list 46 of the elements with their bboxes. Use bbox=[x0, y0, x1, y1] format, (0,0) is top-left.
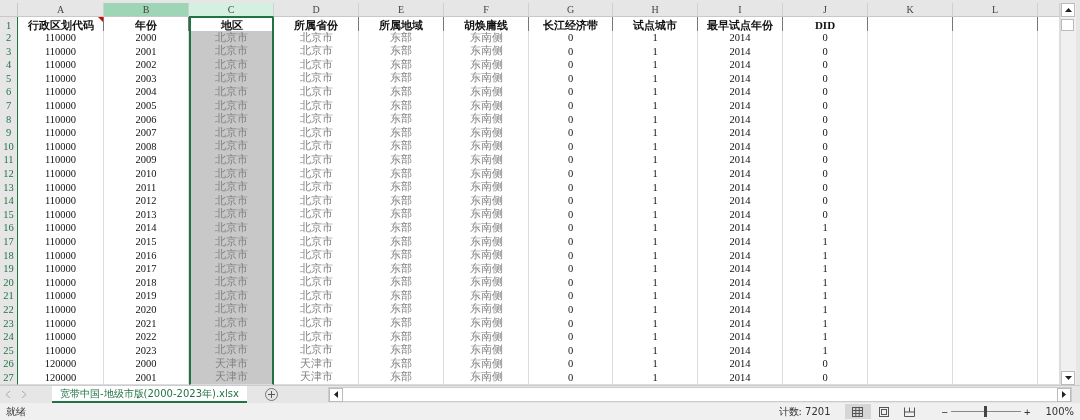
page-icon bbox=[878, 406, 889, 417]
column-letter[interactable]: D bbox=[274, 3, 359, 17]
column-letter[interactable]: C bbox=[189, 3, 274, 17]
horizontal-scrollbar[interactable] bbox=[328, 387, 1072, 403]
table-cell: 1 bbox=[613, 370, 698, 386]
scroll-left-button[interactable] bbox=[329, 387, 343, 402]
page-break-icon bbox=[904, 406, 916, 417]
grid-icon bbox=[852, 406, 864, 417]
table-cell: 天津市 bbox=[189, 370, 274, 386]
column-letter[interactable]: B bbox=[104, 3, 189, 17]
column-letter[interactable]: H bbox=[613, 3, 698, 17]
table-cell: 2001 bbox=[104, 370, 189, 386]
table-cell: 0 bbox=[529, 370, 613, 386]
column-letter[interactable]: L bbox=[953, 3, 1038, 17]
scroll-up-button[interactable] bbox=[1061, 3, 1075, 17]
vertical-scrollbar[interactable] bbox=[1060, 3, 1076, 386]
column-letter[interactable]: G bbox=[529, 3, 613, 17]
status-text: 就绪 bbox=[6, 404, 26, 419]
table-cell: 天津市 bbox=[274, 370, 359, 386]
zoom-out-button[interactable]: − bbox=[938, 405, 951, 418]
view-button[interactable] bbox=[844, 404, 871, 420]
down-arrow-icon bbox=[1064, 376, 1072, 381]
column-letter[interactable]: K bbox=[868, 3, 953, 17]
right-arrow-icon bbox=[1062, 391, 1066, 399]
column-letter[interactable]: I bbox=[698, 3, 783, 17]
sheet-tab[interactable]: 宽带中国-地级市版(2000-2023年).xlsx bbox=[52, 386, 247, 404]
up-arrow-icon bbox=[1064, 8, 1072, 12]
zoom-thumb[interactable] bbox=[984, 406, 988, 418]
row-number[interactable]: 27 bbox=[0, 370, 18, 386]
plus-icon bbox=[267, 391, 275, 399]
scroll-thumb[interactable] bbox=[1061, 19, 1074, 31]
left-arrow-icon bbox=[334, 391, 338, 399]
table-cell: 东南侧 bbox=[444, 370, 529, 386]
column-letter[interactable]: F bbox=[444, 3, 529, 17]
table-cell: 东部 bbox=[359, 370, 444, 386]
scroll-right-button[interactable] bbox=[1057, 387, 1071, 402]
zoom-percent: 100% bbox=[1045, 406, 1074, 418]
column-letter[interactable]: E bbox=[359, 3, 444, 17]
scroll-down-button[interactable] bbox=[1061, 371, 1075, 386]
table-cell: 0 bbox=[783, 370, 868, 386]
table-cell: 2014 bbox=[698, 370, 783, 386]
column-letter[interactable]: J bbox=[783, 3, 868, 17]
zoom-in-button[interactable]: + bbox=[1020, 405, 1034, 418]
count-text: 计数: 7201 bbox=[778, 404, 831, 419]
table-cell: 120000 bbox=[18, 370, 104, 386]
column-letter[interactable]: A bbox=[18, 3, 104, 17]
